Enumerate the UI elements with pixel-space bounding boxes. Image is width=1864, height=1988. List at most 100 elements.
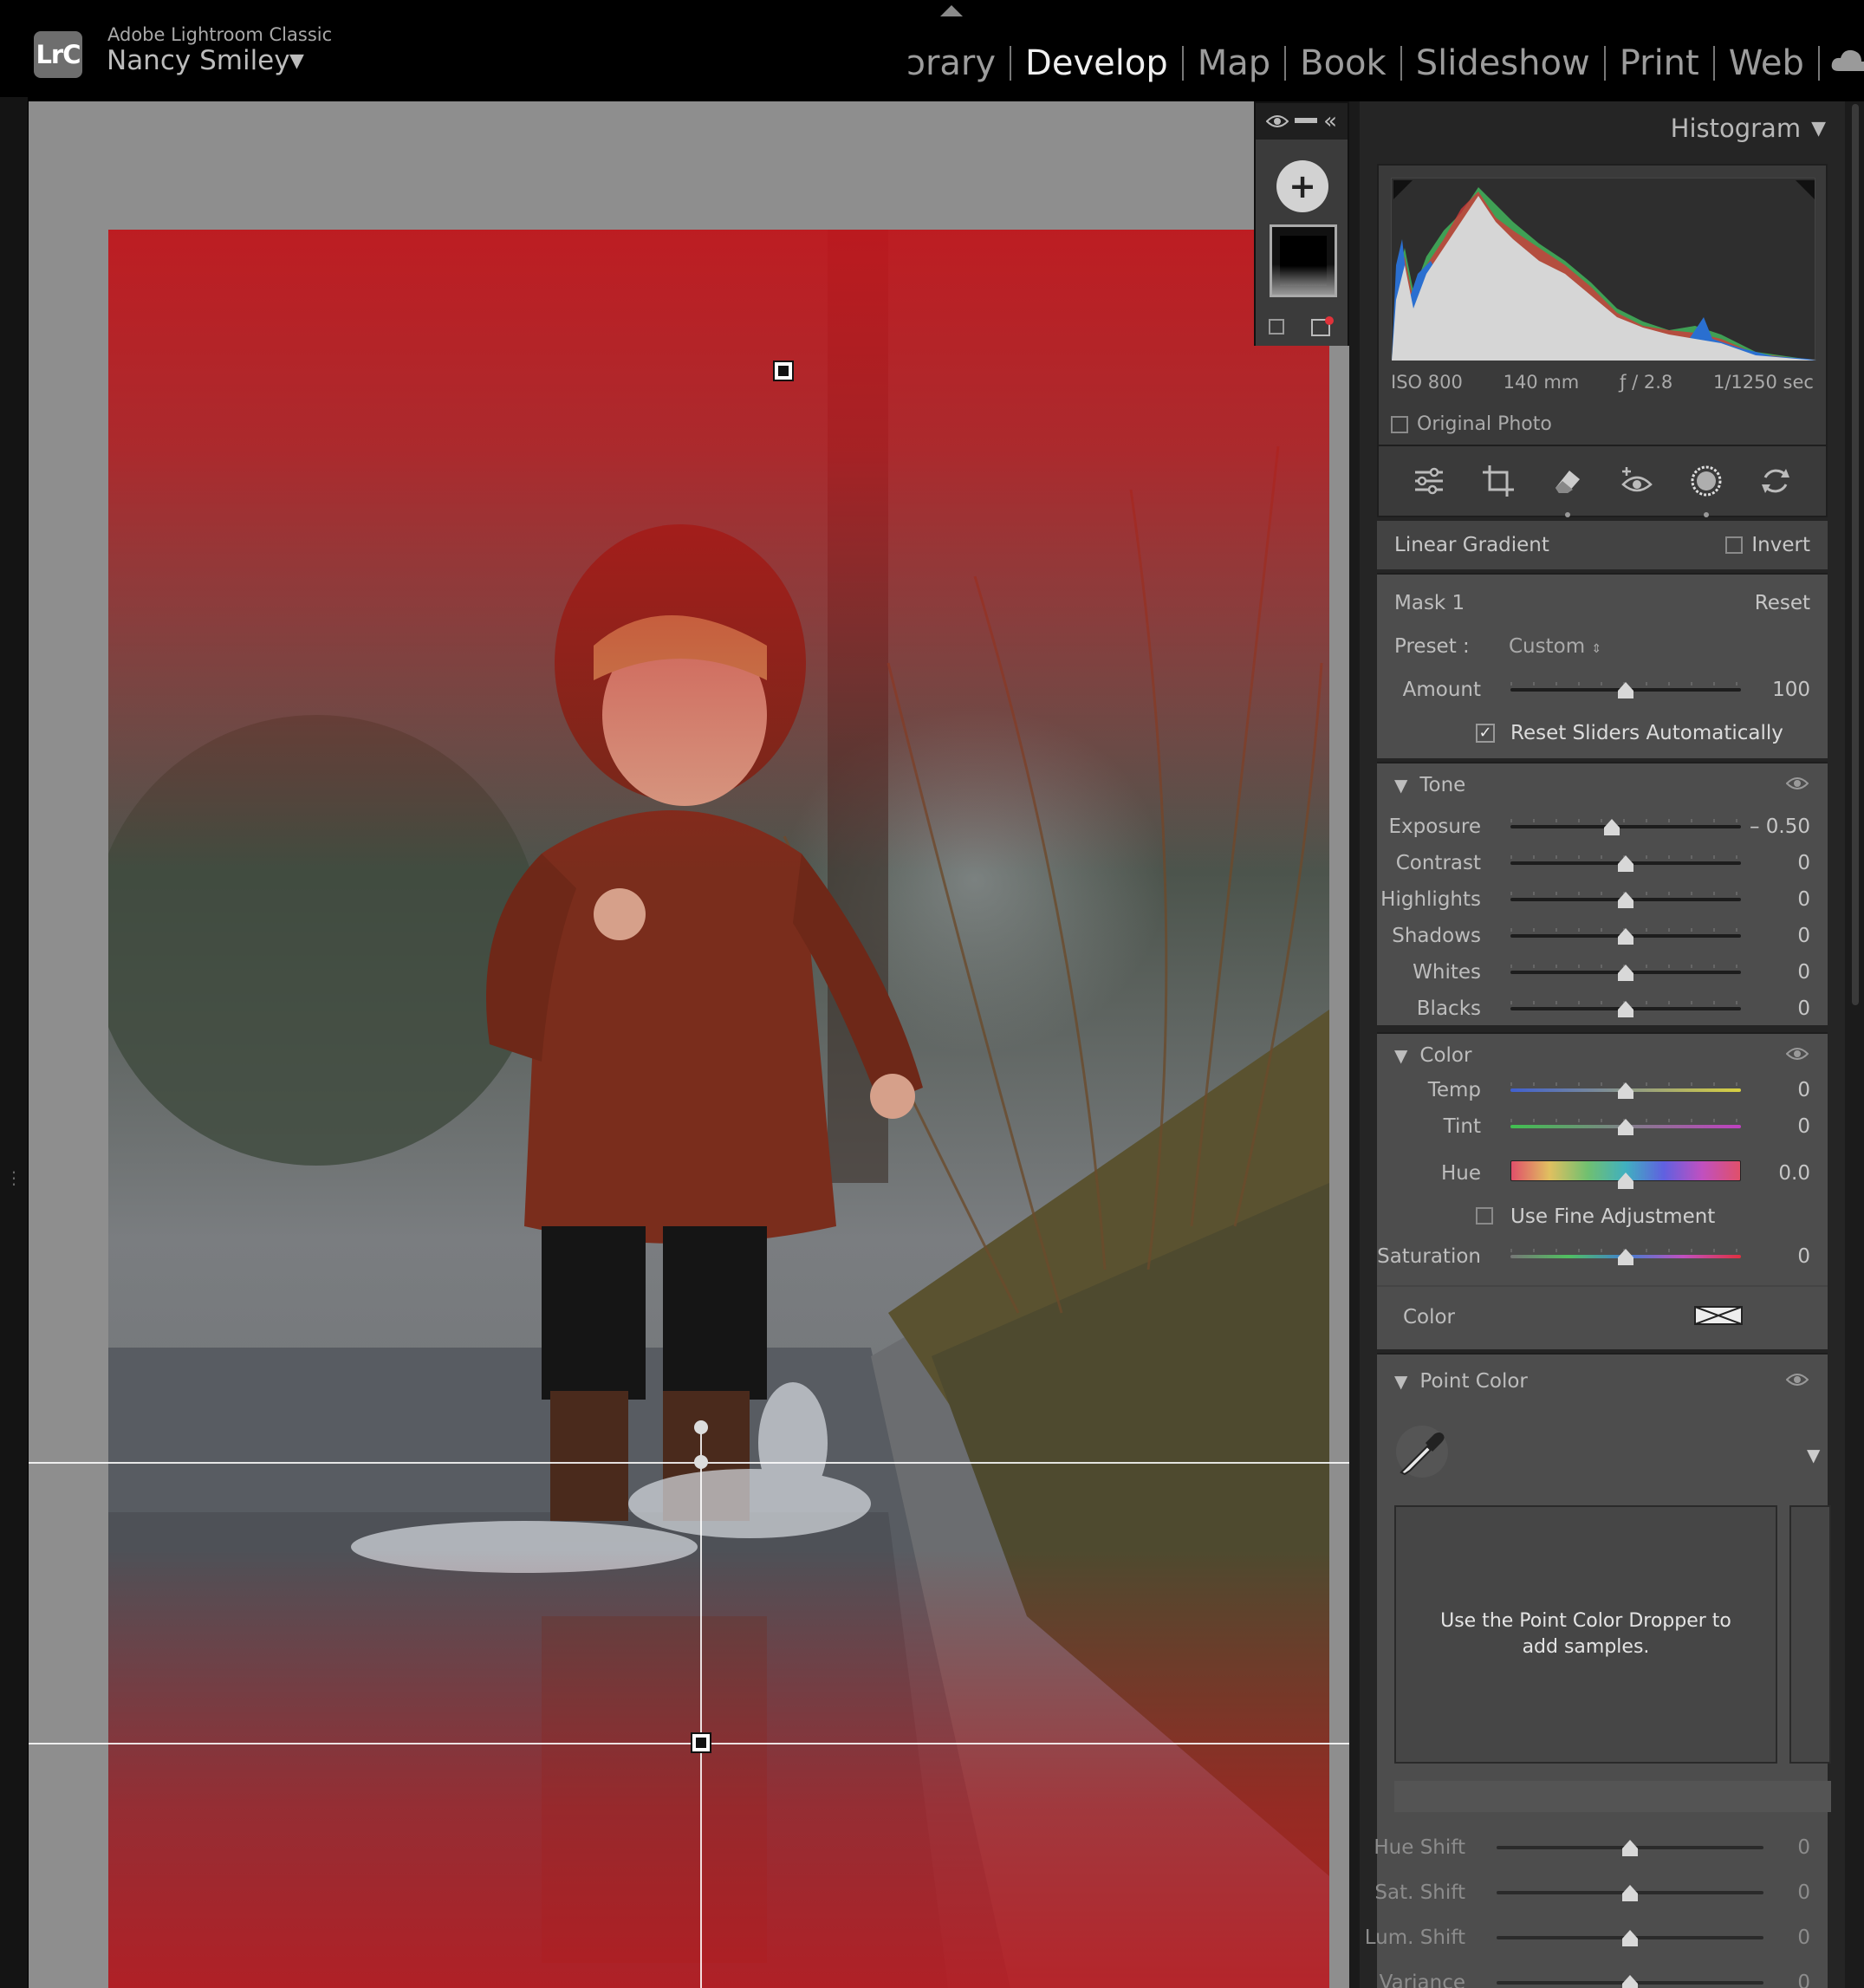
photo-preview[interactable]: [108, 230, 1329, 1988]
photo-canvas[interactable]: [29, 101, 1349, 1988]
module-library[interactable]: ɔrary: [893, 43, 1010, 83]
tone-header[interactable]: ▼ Tone: [1377, 763, 1828, 807]
color-swatch[interactable]: [1694, 1306, 1743, 1325]
shadows-value[interactable]: 0: [1797, 925, 1810, 947]
gradient-center-line[interactable]: [700, 1427, 702, 1988]
mask-type-header: Linear Gradient Invert: [1377, 521, 1828, 569]
right-panel-scroll-thumb[interactable]: [1852, 104, 1859, 1005]
exposure-slider-track[interactable]: [1510, 825, 1741, 828]
minimize-icon[interactable]: [1295, 118, 1318, 125]
eye-icon[interactable]: [1786, 1372, 1809, 1387]
hue-slider-thumb[interactable]: [1618, 1173, 1633, 1189]
sat-shift-label: Sat. Shift: [1374, 1881, 1465, 1904]
user-name[interactable]: Nancy Smiley: [107, 45, 290, 76]
cloud-icon[interactable]: [1830, 47, 1864, 73]
module-web[interactable]: Web: [1715, 43, 1818, 83]
masking-icon[interactable]: [1687, 462, 1725, 517]
tone-collapse-icon[interactable]: ▼: [1394, 775, 1407, 796]
amount-slider-thumb[interactable]: [1618, 682, 1633, 698]
invert-label: Invert: [1751, 534, 1810, 556]
reset-sliders-checkbox[interactable]: ✓: [1476, 724, 1495, 743]
point-color-header[interactable]: ▼ Point Color: [1377, 1360, 1828, 1403]
crop-icon[interactable]: [1479, 462, 1517, 500]
variance-value[interactable]: 0: [1797, 1972, 1810, 1988]
show-overlay-checkbox[interactable]: [1269, 319, 1284, 335]
point-color-collapse-icon[interactable]: ▼: [1394, 1371, 1407, 1392]
hue-value[interactable]: 0.0: [1778, 1162, 1810, 1185]
tool-strip: [1377, 445, 1828, 517]
add-mask-icon[interactable]: +: [1276, 160, 1328, 212]
module-develop[interactable]: Develop: [1011, 43, 1182, 83]
exposure-value[interactable]: – 0.50: [1750, 815, 1810, 838]
whites-value[interactable]: 0: [1797, 961, 1810, 984]
temp-value[interactable]: 0: [1797, 1079, 1810, 1101]
exposure-slider-row: Exposure – 0.50: [1377, 809, 1828, 843]
edit-icon[interactable]: [1410, 462, 1448, 500]
gradient-pin[interactable]: [691, 1732, 711, 1753]
shadows-slider-thumb[interactable]: [1618, 928, 1633, 945]
gradient-end-line[interactable]: [29, 1743, 1349, 1744]
histogram-graph[interactable]: [1391, 178, 1816, 361]
whites-label: Whites: [1413, 961, 1481, 984]
original-photo-checkbox[interactable]: [1391, 415, 1408, 433]
iso-value: ISO 800: [1391, 372, 1463, 393]
eye-icon[interactable]: [1266, 114, 1289, 129]
temp-slider-thumb[interactable]: [1618, 1082, 1633, 1099]
panel-toggle-arrow[interactable]: [940, 5, 963, 16]
sat-shift-value[interactable]: 0: [1797, 1881, 1810, 1904]
exposure-slider-thumb[interactable]: [1604, 819, 1620, 835]
gradient-start-handle[interactable]: [694, 1455, 708, 1469]
preset-dropdown[interactable]: Custom ⇕: [1509, 635, 1601, 658]
sat-shift-slider-thumb[interactable]: [1622, 1885, 1638, 1901]
contrast-slider-thumb[interactable]: [1618, 855, 1633, 872]
mask-name: Mask 1: [1394, 592, 1465, 614]
gradient-mask-thumbnail[interactable]: [1270, 224, 1337, 297]
lum-shift-value[interactable]: 0: [1797, 1926, 1810, 1949]
collapse-icon[interactable]: «: [1323, 108, 1337, 134]
original-photo-toggle[interactable]: Original Photo: [1391, 413, 1552, 435]
mask-pin[interactable]: [773, 361, 794, 381]
lum-shift-slider-thumb[interactable]: [1622, 1930, 1638, 1946]
left-panel-handle-icon[interactable]: ⋮: [5, 1167, 23, 1188]
histogram-header[interactable]: Histogram ▼: [1360, 101, 1845, 155]
color-header[interactable]: ▼ Color: [1377, 1034, 1828, 1077]
highlights-value[interactable]: 0: [1797, 888, 1810, 911]
tint-slider-thumb[interactable]: [1618, 1119, 1633, 1135]
eye-icon[interactable]: [1786, 776, 1809, 791]
histogram: ISO 800 140 mm ƒ / 2.8 1/1250 sec Origin…: [1377, 164, 1828, 450]
amount-value[interactable]: 100: [1772, 679, 1810, 701]
eyedropper-icon[interactable]: [1394, 1424, 1450, 1479]
module-book[interactable]: Book: [1286, 43, 1400, 83]
saturation-slider-thumb[interactable]: [1618, 1249, 1633, 1265]
saturation-value[interactable]: 0: [1797, 1245, 1810, 1268]
overlay-options-icon[interactable]: [1310, 316, 1335, 337]
contrast-value[interactable]: 0: [1797, 852, 1810, 874]
reset-sliders-row: ✓ Reset Sliders Automatically: [1377, 715, 1828, 750]
point-color-swatch: [1789, 1505, 1831, 1764]
color-collapse-icon[interactable]: ▼: [1394, 1045, 1407, 1066]
eye-icon[interactable]: [1786, 1046, 1809, 1062]
gradient-start-line[interactable]: [29, 1462, 1349, 1464]
hue-shift-slider-thumb[interactable]: [1622, 1840, 1638, 1856]
invert-checkbox[interactable]: [1725, 536, 1744, 554]
healing-icon[interactable]: [1549, 462, 1587, 517]
module-print[interactable]: Print: [1606, 43, 1713, 83]
variance-slider-thumb[interactable]: [1622, 1975, 1638, 1988]
whites-slider-thumb[interactable]: [1618, 965, 1633, 981]
reset-mask-button[interactable]: Reset: [1755, 592, 1810, 614]
blacks-slider-thumb[interactable]: [1618, 1001, 1633, 1017]
red-eye-icon[interactable]: [1618, 462, 1656, 500]
histogram-collapse-icon[interactable]: ▼: [1811, 118, 1826, 140]
fine-adjustment-checkbox[interactable]: [1476, 1207, 1493, 1225]
gradient-rotate-handle[interactable]: [694, 1420, 708, 1434]
reset-icon[interactable]: [1757, 462, 1795, 500]
module-slideshow[interactable]: Slideshow: [1402, 43, 1604, 83]
tint-value[interactable]: 0: [1797, 1115, 1810, 1138]
blacks-value[interactable]: 0: [1797, 997, 1810, 1020]
point-color-menu-icon[interactable]: ▼: [1807, 1445, 1820, 1465]
user-menu-caret-icon[interactable]: ▼: [289, 50, 304, 72]
invert-toggle[interactable]: Invert: [1725, 534, 1810, 556]
highlights-slider-thumb[interactable]: [1618, 892, 1633, 908]
module-map[interactable]: Map: [1184, 43, 1284, 83]
hue-shift-value[interactable]: 0: [1797, 1836, 1810, 1859]
